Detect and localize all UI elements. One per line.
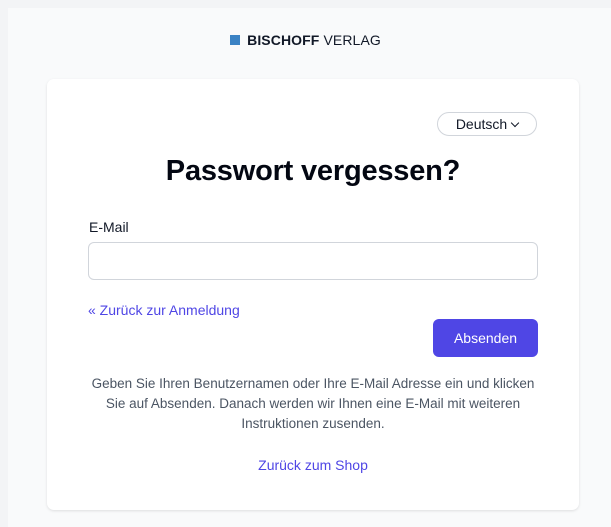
- submit-button[interactable]: Absenden: [433, 319, 538, 357]
- back-to-shop-link[interactable]: Zurück zum Shop: [47, 457, 579, 473]
- brand-name-strong: BISCHOFF: [247, 32, 320, 48]
- email-label: E-Mail: [89, 219, 129, 235]
- page-title: Passwort vergessen?: [165, 155, 461, 187]
- brand-name: BISCHOFF VERLAG: [247, 32, 381, 48]
- help-text: Geben Sie Ihren Benutzernamen oder Ihre …: [91, 376, 535, 431]
- language-select-value: Deutsch: [455, 116, 508, 132]
- password-reset-card: Deutsch Passwort vergessen? E-Mail « Zur…: [47, 79, 579, 510]
- brand-logo: BISCHOFF VERLAG: [0, 32, 611, 48]
- logo-square-icon: [230, 35, 241, 45]
- language-select[interactable]: Deutsch: [437, 112, 537, 136]
- chevron-down-icon: [510, 118, 520, 127]
- email-field[interactable]: [88, 242, 538, 280]
- back-to-login-link[interactable]: « Zurück zur Anmeldung: [88, 302, 240, 318]
- brand-name-rest: VERLAG: [323, 32, 381, 48]
